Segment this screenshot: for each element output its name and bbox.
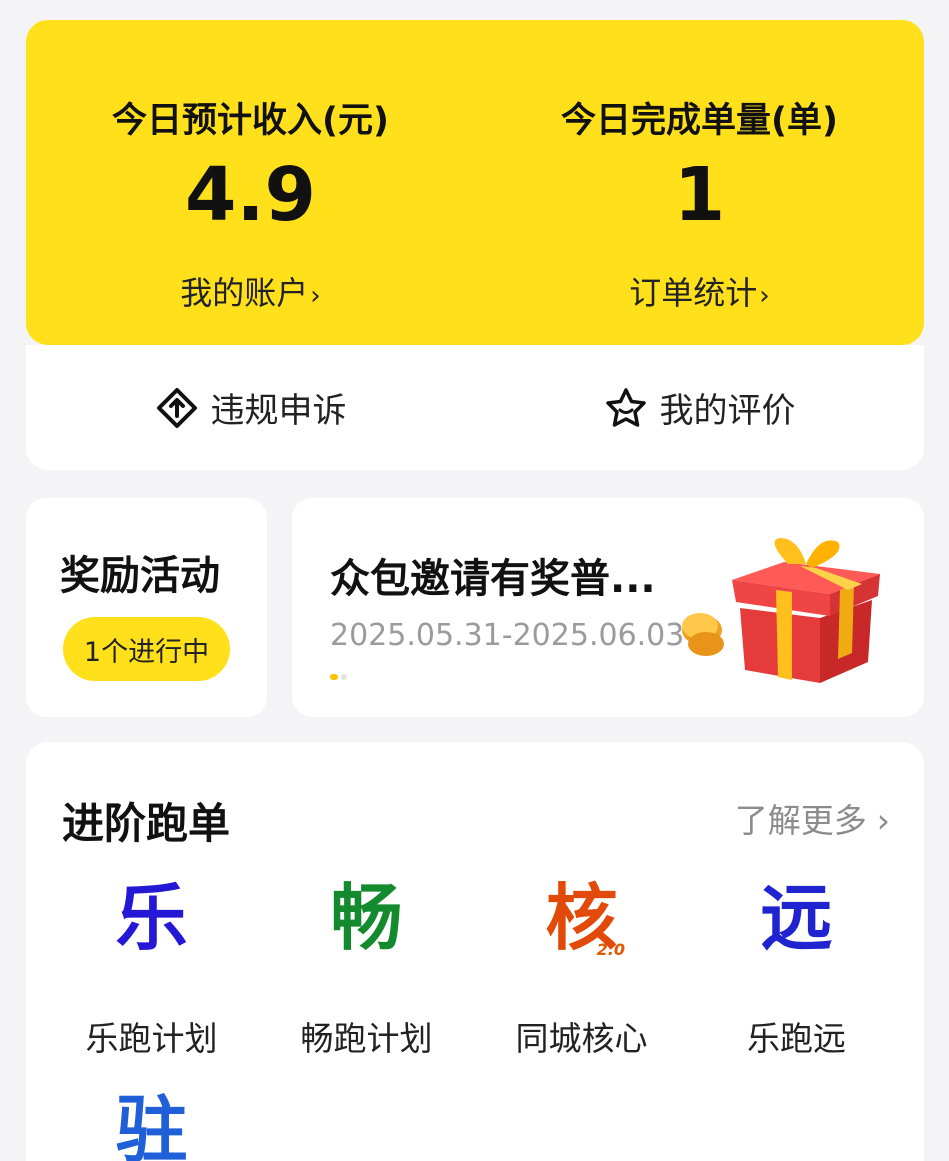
plan-city-core[interactable]: 核 2.0 同城核心: [474, 882, 689, 1058]
plan-label: 乐跑计划: [85, 1019, 218, 1058]
orders-value: 1: [673, 152, 726, 238]
my-rating-button[interactable]: 我的评价: [475, 345, 924, 470]
lepaoyuan-logo-icon: 远: [760, 876, 833, 960]
carousel-dot: [341, 674, 347, 680]
promo-banner[interactable]: 众包邀请有奖普... 2025.05.31-2025.06.03: [292, 498, 924, 717]
my-rating-label: 我的评价: [659, 391, 796, 431]
quick-actions: 违规申诉 我的评价: [26, 345, 924, 470]
carousel-indicator: [330, 674, 347, 680]
income-title: 今日预计收入(元): [112, 101, 389, 141]
plan-label: 畅跑计划: [300, 1019, 433, 1058]
learn-more-link[interactable]: 了解更多 ›: [735, 794, 890, 842]
version-tag: 2.0: [596, 940, 625, 959]
lepao-logo-icon: 乐: [115, 876, 188, 960]
zhu-logo-icon: 驻: [115, 1088, 188, 1161]
city-core-logo-icon: 核 2.0: [474, 882, 689, 968]
orders-title: 今日完成单量(单): [561, 101, 838, 141]
chevron-right-icon: ›: [876, 801, 890, 840]
reward-activity-title: 奖励活动: [60, 553, 220, 599]
promo-title: 众包邀请有奖普...: [330, 556, 656, 602]
chevron-right-icon: ›: [759, 281, 770, 311]
gift-box-icon: [682, 538, 880, 683]
star-face-icon: [605, 387, 646, 427]
plan-zhu[interactable]: 驻: [44, 1094, 259, 1161]
learn-more-label: 了解更多: [734, 801, 867, 840]
advanced-section-title: 进阶跑单: [62, 799, 231, 848]
carousel-dot-active: [330, 674, 338, 680]
plan-label: 乐跑远: [747, 1019, 846, 1058]
my-account-link[interactable]: 我的账户›: [26, 268, 475, 314]
plan-changpao[interactable]: 畅 畅跑计划: [259, 876, 474, 1058]
income-stat: 今日预计收入(元) 4.9 我的账户›: [26, 20, 475, 345]
diamond-arrow-icon: [156, 387, 197, 428]
order-stats-label: 订单统计: [629, 274, 758, 312]
orders-stat: 今日完成单量(单) 1 订单统计›: [475, 20, 924, 345]
order-stats-link[interactable]: 订单统计›: [475, 268, 924, 314]
plan-lepao[interactable]: 乐 乐跑计划: [44, 876, 259, 1058]
reward-activity-card[interactable]: 奖励活动 1个进行中: [26, 498, 267, 717]
appeal-button[interactable]: 违规申诉: [26, 345, 475, 470]
chevron-right-icon: ›: [310, 281, 321, 311]
appeal-label: 违规申诉: [210, 391, 347, 431]
in-progress-badge: 1个进行中: [63, 617, 230, 681]
earnings-summary-card: 今日预计收入(元) 4.9 我的账户› 今日完成单量(单) 1 订单统计›: [26, 20, 924, 345]
promo-date: 2025.05.31-2025.06.03: [330, 618, 685, 653]
advanced-orders-section: 进阶跑单 了解更多 › 乐 乐跑计划 畅 畅跑计划 核 2.0 同城核心 远 乐跑…: [26, 742, 924, 1161]
changpao-logo-icon: 畅: [330, 876, 403, 960]
plan-lepaoyuan[interactable]: 远 乐跑远: [689, 876, 904, 1058]
plan-label: 同城核心: [515, 1019, 648, 1058]
income-value: 4.9: [184, 152, 317, 238]
my-account-label: 我的账户: [180, 274, 309, 312]
